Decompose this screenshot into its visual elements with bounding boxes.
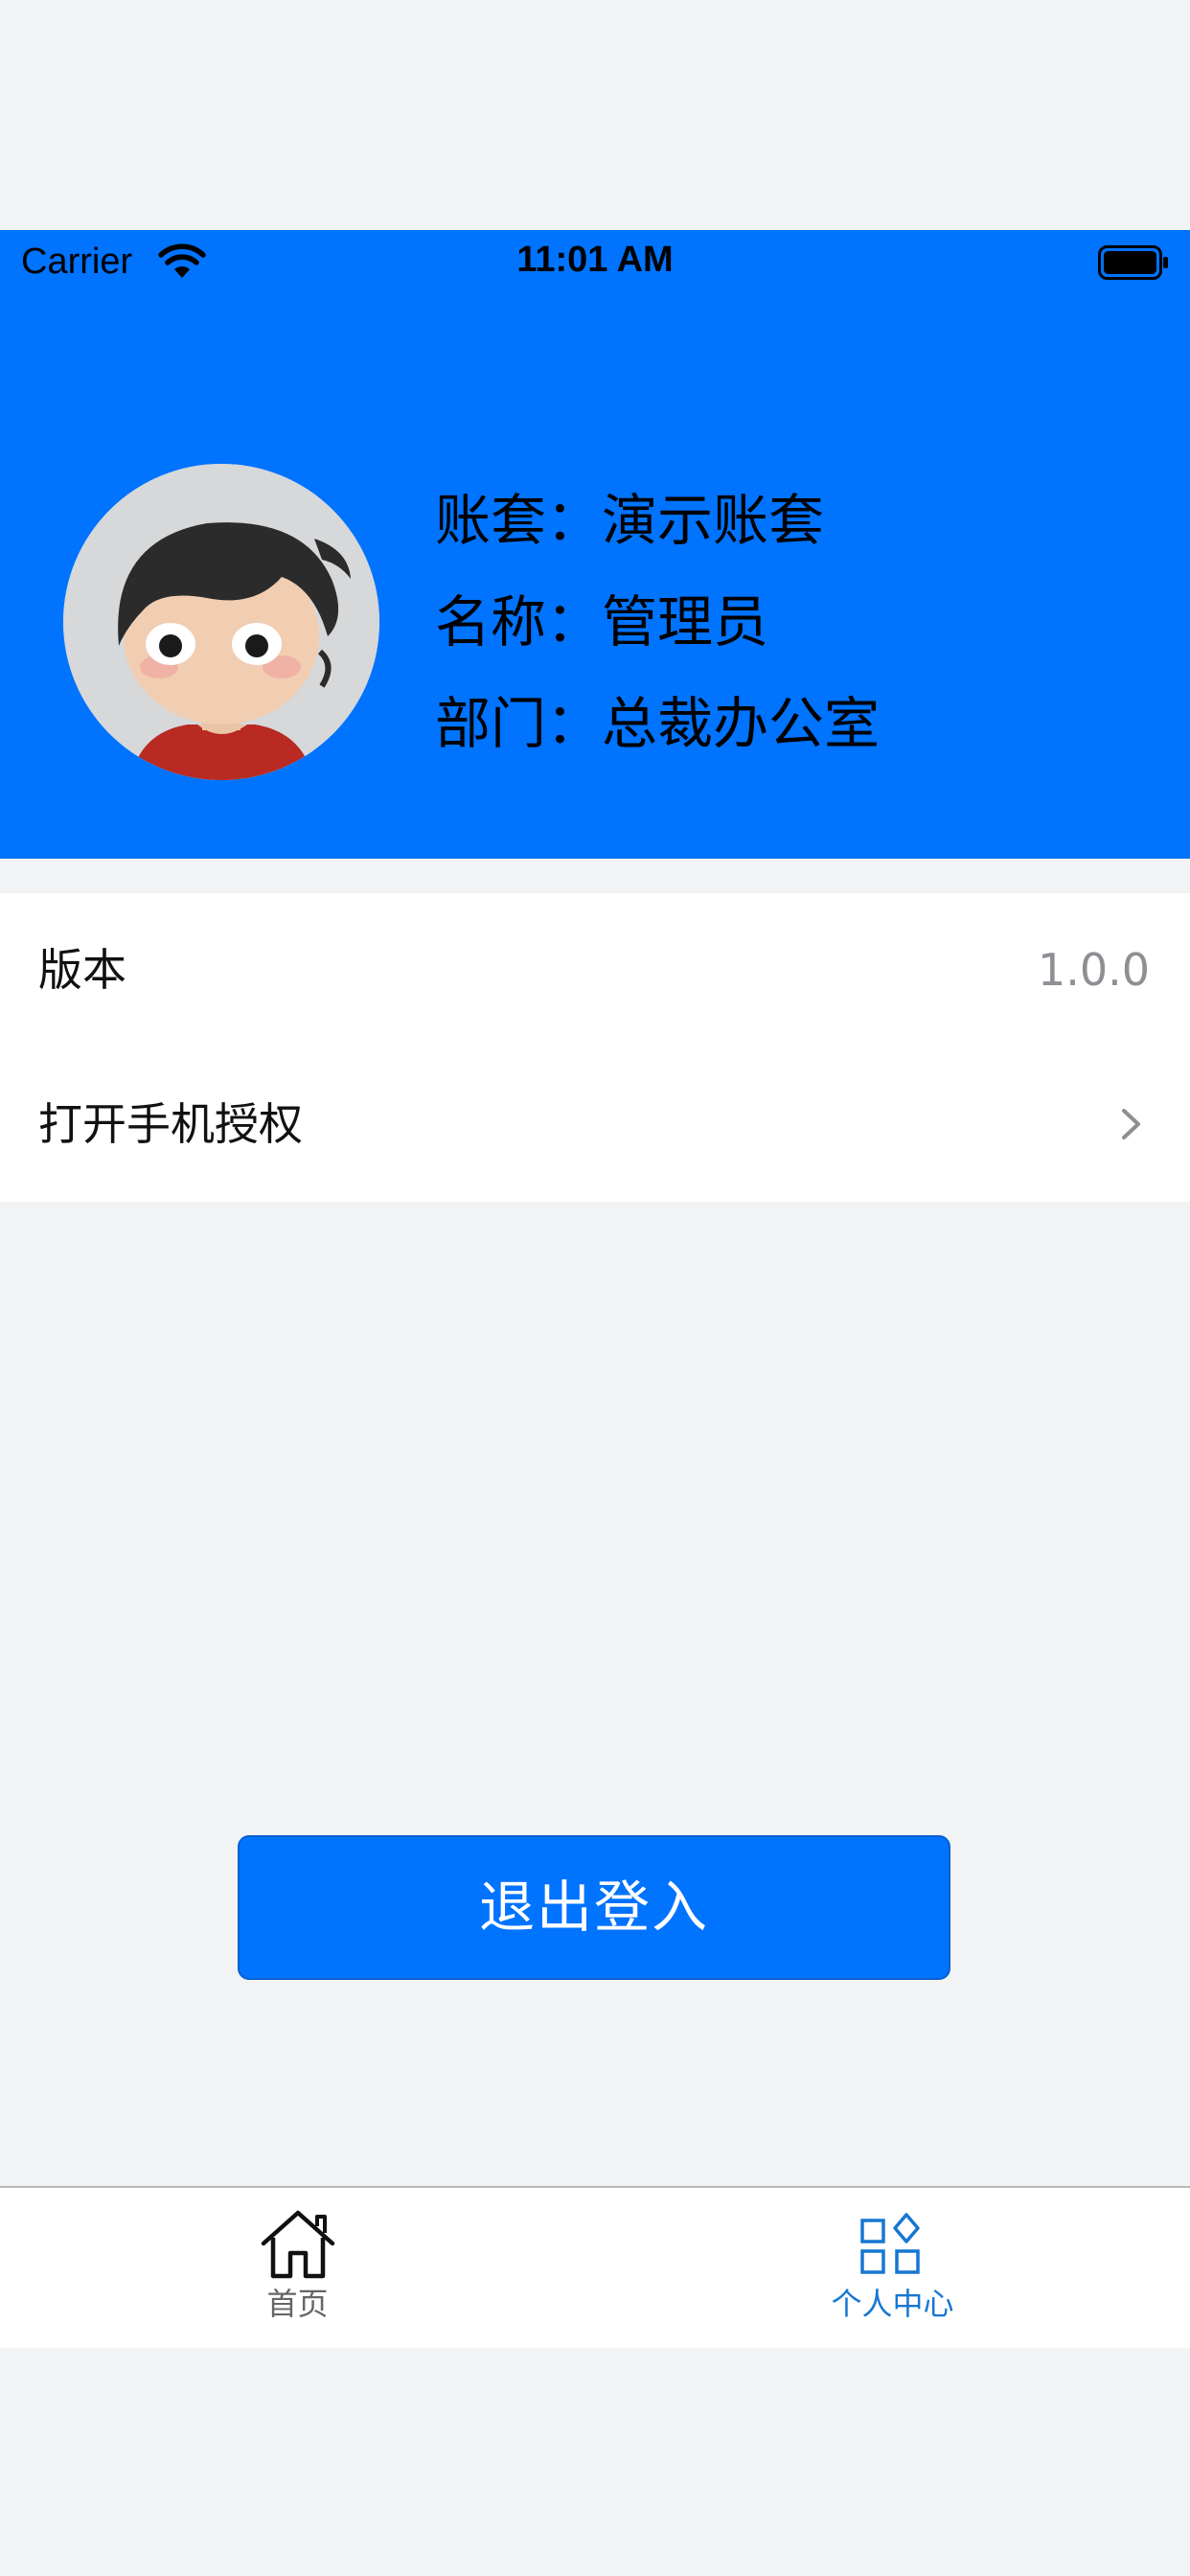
status-time: 11:01 AM <box>516 240 674 280</box>
home-icon <box>261 2210 334 2279</box>
user-name-row: 名称：管理员 <box>435 571 880 673</box>
settings-list: 版本 1.0.0 打开手机授权 <box>0 893 1190 1202</box>
version-row: 版本 1.0.0 <box>0 893 1190 1047</box>
user-name-value: 管理员 <box>602 589 769 655</box>
user-name-label: 名称： <box>435 589 603 655</box>
tab-bar: 首页 个人中心 <box>0 2186 1190 2348</box>
profile-header: Carrier 11:01 AM 账套：演示账套 名称：管理员 部门：总裁办公室 <box>0 230 1190 859</box>
chevron-right-icon <box>1122 1109 1140 1139</box>
logout-button[interactable]: 退出登入 <box>238 1835 950 1980</box>
tab-home[interactable]: 首页 <box>0 2188 595 2346</box>
account-set-value: 演示账套 <box>602 488 825 553</box>
avatar-image <box>63 464 379 780</box>
profile-info: 账套：演示账套 名称：管理员 部门：总裁办公室 <box>435 470 880 774</box>
tab-profile[interactable]: 个人中心 <box>595 2188 1190 2346</box>
version-label: 版本 <box>38 944 126 996</box>
department-value: 总裁办公室 <box>602 691 881 756</box>
status-bar: Carrier 11:01 AM <box>0 230 1190 293</box>
account-set-label: 账套： <box>435 488 603 553</box>
apps-icon <box>859 2213 920 2274</box>
department-label: 部门： <box>435 691 603 756</box>
account-set-row: 账套：演示账套 <box>435 470 880 571</box>
tab-profile-label: 个人中心 <box>831 2286 954 2322</box>
tab-home-label: 首页 <box>266 2286 329 2322</box>
avatar <box>63 464 379 780</box>
phone-permission-label: 打开手机授权 <box>38 1098 303 1150</box>
version-value: 1.0.0 <box>1037 944 1150 996</box>
department-row: 部门：总裁办公室 <box>435 673 880 774</box>
battery-icon <box>1098 245 1168 280</box>
profile-screen: Carrier 11:01 AM 账套：演示账套 名称：管理员 部门：总裁办公室… <box>0 230 1190 2348</box>
phone-permission-row[interactable]: 打开手机授权 <box>0 1047 1190 1202</box>
